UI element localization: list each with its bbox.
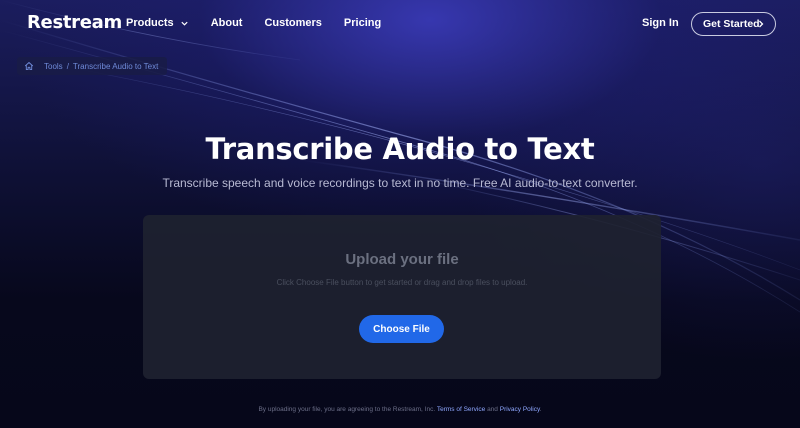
consent-suffix: . — [539, 406, 542, 413]
privacy-policy-link[interactable]: Privacy Policy — [500, 406, 540, 413]
get-started-button[interactable]: Get Started — [691, 12, 776, 36]
consent-notice: By uploading your file, you are agreeing… — [0, 406, 800, 413]
upload-title: Upload your file — [345, 251, 459, 268]
chevron-right-icon — [759, 20, 764, 28]
main-nav: Products About Customers Pricing — [126, 17, 403, 29]
consent-and: and — [487, 406, 498, 413]
get-started-label: Get Started — [703, 18, 760, 30]
nav-customers[interactable]: Customers — [264, 17, 321, 29]
consent-prefix: By uploading your file, you are agreeing… — [258, 406, 436, 413]
page-title: Transcribe Audio to Text — [205, 132, 595, 166]
nav-about[interactable]: About — [211, 17, 243, 29]
page-subtitle: Transcribe speech and voice recordings t… — [162, 176, 638, 190]
restream-logo[interactable]: Restream — [27, 12, 122, 33]
home-icon[interactable] — [24, 61, 34, 71]
breadcrumb-tools[interactable]: Tools — [44, 62, 63, 71]
terms-of-service-link[interactable]: Terms of Service — [437, 406, 485, 413]
breadcrumb-separator: / — [66, 61, 69, 71]
file-upload-dropzone[interactable]: Upload your file Click Choose File butto… — [143, 215, 661, 379]
nav-products[interactable]: Products — [126, 17, 189, 29]
choose-file-button[interactable]: Choose File — [359, 315, 444, 343]
nav-pricing[interactable]: Pricing — [344, 17, 381, 29]
chevron-down-icon — [181, 21, 188, 26]
upload-hint: Click Choose File button to get started … — [276, 278, 528, 287]
breadcrumb: Tools / Transcribe Audio to Text — [17, 57, 168, 75]
top-navigation: Restream Products About Customers Pricin… — [0, 0, 800, 48]
sign-in-link[interactable]: Sign In — [642, 17, 679, 29]
breadcrumb-current[interactable]: Transcribe Audio to Text — [73, 62, 158, 71]
nav-products-label: Products — [126, 17, 174, 29]
